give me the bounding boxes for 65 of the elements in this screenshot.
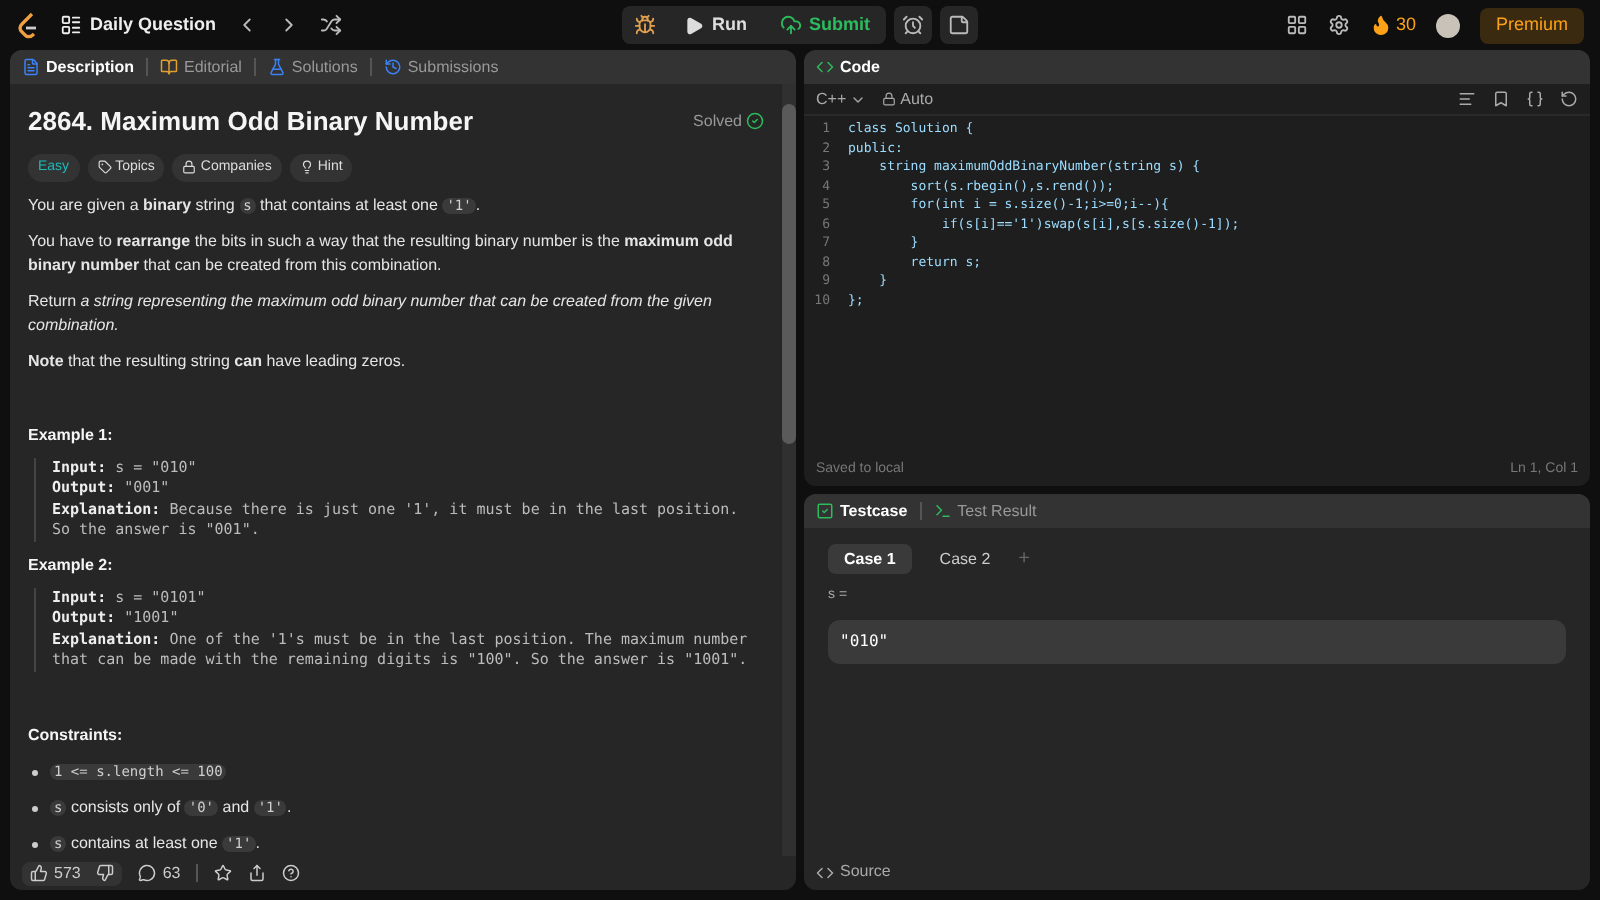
history-icon [383, 58, 402, 76]
problem-title: 2864. Maximum Odd Binary Number [28, 104, 474, 140]
streak-button[interactable]: 30 [1369, 11, 1416, 39]
comment-icon [138, 864, 157, 882]
favorite-icon[interactable] [214, 864, 233, 882]
note-icon [948, 14, 970, 36]
timer-button[interactable] [894, 6, 932, 44]
reset-icon[interactable] [1560, 90, 1578, 108]
description-tab[interactable]: Editorial [160, 55, 242, 79]
description-paragraph: Note that the resulting string can have leading zeros. [28, 350, 408, 374]
list-icon [60, 14, 82, 36]
run-button[interactable]: Run [668, 6, 763, 44]
bug-icon [634, 14, 656, 36]
play-icon [684, 15, 704, 35]
check-circle-icon [746, 112, 764, 131]
case-tab[interactable]: Case 2 [923, 544, 1007, 574]
tag-icon [97, 160, 112, 175]
terminal-icon [933, 502, 952, 520]
description-tab[interactable]: Solutions [267, 55, 358, 79]
document-icon [22, 58, 40, 76]
language-dropdown[interactable]: C++ [816, 87, 867, 111]
code-icon [816, 863, 834, 881]
logo-icon[interactable] [16, 11, 40, 39]
solved-status: Solved [693, 109, 764, 134]
description-paragraph: You have to rearrange the bits in such a way that the resulting binary number is the maximum odd binary number that can be created from this combination. [28, 230, 735, 278]
flask-icon [267, 58, 286, 76]
lock-icon [882, 92, 897, 106]
lightbulb-icon [299, 160, 314, 175]
scrollbar-thumb[interactable] [782, 104, 796, 444]
thumbs-down-icon [96, 864, 115, 882]
settings-icon[interactable] [1327, 14, 1350, 36]
problem-list-button[interactable]: Daily Question [60, 11, 217, 39]
shuffle-icon[interactable] [320, 14, 343, 36]
constraints-title: Constraints: [28, 724, 125, 748]
code-tab[interactable]: Code [816, 55, 880, 79]
example-title: Example 1: [28, 423, 115, 448]
help-icon[interactable] [282, 864, 301, 882]
format-icon[interactable] [1458, 90, 1476, 108]
share-icon[interactable] [248, 864, 267, 882]
example-title: Example 2: [28, 553, 115, 578]
notes-button[interactable] [940, 6, 978, 44]
bookmark-icon[interactable] [1492, 90, 1510, 108]
avatar[interactable] [1435, 13, 1460, 37]
code-icon [816, 58, 834, 76]
braces-icon[interactable] [1526, 90, 1544, 108]
lock-icon [182, 160, 197, 175]
case-tab[interactable]: Case 1 [828, 544, 912, 574]
flame-icon [1369, 14, 1392, 36]
alarm-clock-icon [902, 14, 924, 36]
testcase-tab[interactable]: Test Result [933, 499, 1037, 523]
layout-icon[interactable] [1285, 14, 1308, 36]
submit-button[interactable]: Submit [763, 6, 886, 44]
testcase-tab[interactable]: Testcase [816, 499, 908, 523]
description-tab[interactable]: Submissions [383, 55, 499, 79]
cloud-upload-icon [779, 14, 801, 36]
book-icon [160, 58, 179, 76]
thumbs-up-icon [30, 864, 48, 882]
description-tab[interactable]: Description [22, 55, 135, 79]
checkbox-icon [816, 502, 834, 520]
description-paragraph: Return a string representing the maximum odd binary number that can be created from the given combination. [28, 290, 714, 338]
input-field[interactable]: "010" [828, 619, 1566, 663]
auto-mode-label[interactable]: Auto [882, 87, 934, 111]
premium-button[interactable]: Premium [1479, 7, 1584, 43]
source-link[interactable]: Source [816, 860, 891, 884]
comments-button[interactable]: 63 [138, 861, 181, 885]
